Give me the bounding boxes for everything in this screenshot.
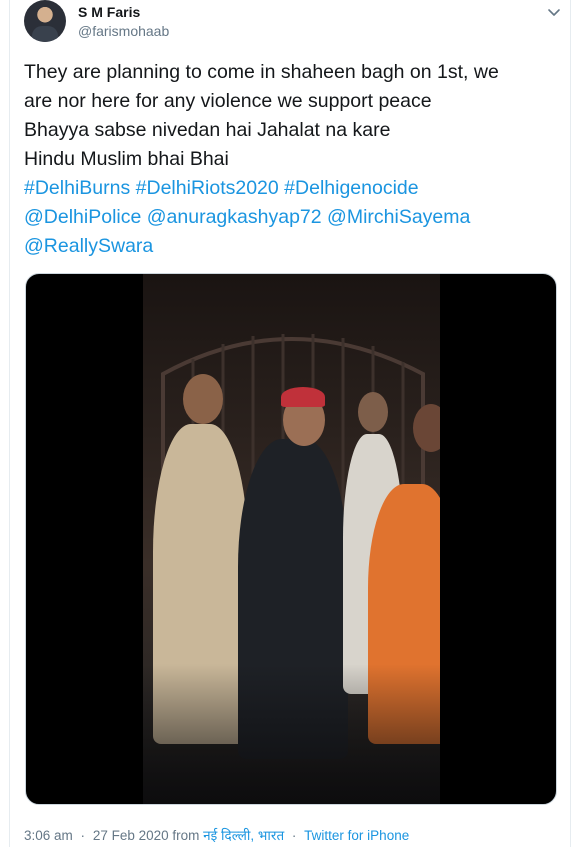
tweet-text-line: Hindu Muslim bhai Bhai xyxy=(24,148,229,170)
avatar[interactable] xyxy=(24,0,66,42)
mention-line: @DelhiPolice @anuragkashyap72 @MirchiSay… xyxy=(24,203,559,232)
tweet-header: S M Faris @farismohaab xyxy=(24,0,572,48)
video-player[interactable] xyxy=(25,273,557,805)
tweet-date[interactable]: 27 Feb 2020 xyxy=(93,828,169,843)
hashtag-link[interactable]: #DelhiBurns xyxy=(24,177,130,199)
tweet-text-line: They are planning to come in shaheen bag… xyxy=(24,61,499,83)
mention-link[interactable]: @DelhiPolice xyxy=(24,206,141,228)
chevron-down-icon[interactable] xyxy=(546,4,562,20)
meta-separator: · xyxy=(291,828,297,843)
tweet-text-line: Bhayya sabse nivedan hai Jahalat na kare xyxy=(24,119,391,141)
hashtag-link[interactable]: #Delhigenocide xyxy=(284,177,418,199)
person-head xyxy=(183,374,223,424)
meta-from-label: from xyxy=(172,828,200,843)
foreground-shadow xyxy=(143,664,440,804)
mention-link[interactable]: @anuragkashyap72 xyxy=(147,206,322,228)
mention-line: @ReallySwara xyxy=(24,232,559,261)
author-display-name[interactable]: S M Faris xyxy=(78,4,140,20)
author-handle[interactable]: @farismohaab xyxy=(78,23,169,39)
mention-link[interactable]: @MirchiSayema xyxy=(327,206,470,228)
red-cap xyxy=(281,387,325,407)
video-frame xyxy=(143,274,440,804)
tweet-meta: 3:06 am · 27 Feb 2020 from नई दिल्ली, भा… xyxy=(24,826,409,844)
person-head xyxy=(358,392,388,432)
tweet-card: S M Faris @farismohaab They are planning… xyxy=(9,0,571,847)
tweet-time[interactable]: 3:06 am xyxy=(24,828,73,843)
tweet-text-line: are nor here for any violence we support… xyxy=(24,90,432,112)
tweet-location-link[interactable]: नई दिल्ली, भारत xyxy=(203,828,284,843)
mention-link[interactable]: @ReallySwara xyxy=(24,235,153,257)
hashtag-link[interactable]: #DelhiRiots2020 xyxy=(136,177,279,199)
meta-separator: · xyxy=(80,828,86,843)
tweet-source-link[interactable]: Twitter for iPhone xyxy=(304,828,409,843)
tweet-text: They are planning to come in shaheen bag… xyxy=(24,58,559,261)
hashtag-line: #DelhiBurns #DelhiRiots2020 #Delhigenoci… xyxy=(24,174,559,203)
